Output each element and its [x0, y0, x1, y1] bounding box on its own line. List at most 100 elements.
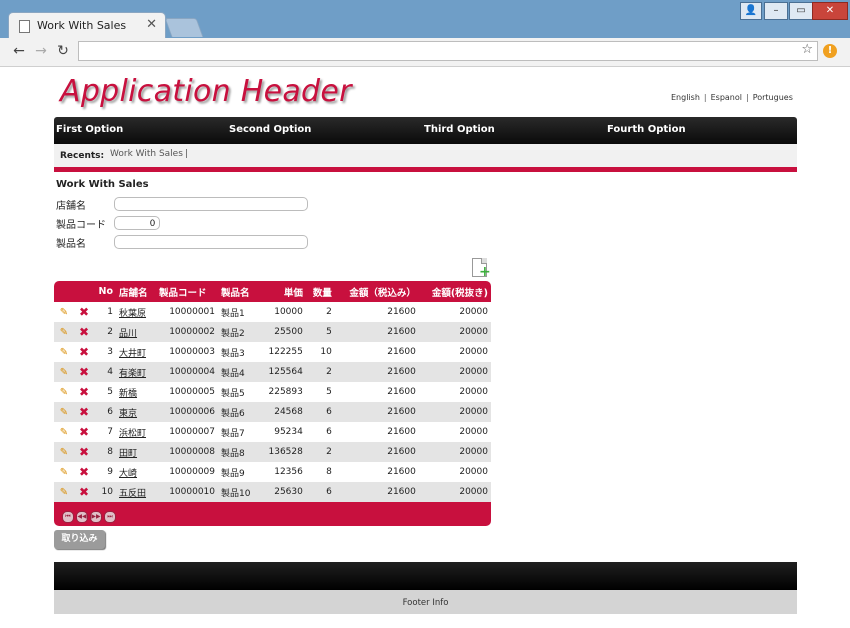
browser-toolbar: ← → ↻ ☆ !: [0, 38, 850, 67]
col-store-name[interactable]: 店舗名: [116, 281, 156, 302]
close-window-button[interactable]: ✕: [812, 2, 848, 20]
edit-pencil-icon[interactable]: ✎: [60, 387, 68, 398]
new-record-icon[interactable]: +: [472, 258, 491, 279]
edit-pencil-icon[interactable]: ✎: [60, 347, 68, 358]
amount-incl-tax: 21600: [334, 402, 419, 422]
edit-pencil-icon[interactable]: ✎: [60, 427, 68, 438]
edit-pencil-icon[interactable]: ✎: [60, 447, 68, 458]
delete-x-icon[interactable]: ✖: [79, 345, 89, 359]
edit-pencil-icon[interactable]: ✎: [60, 407, 68, 418]
store-link[interactable]: 浜松町: [119, 429, 146, 439]
delete-cell: ✖: [74, 402, 94, 422]
browser-tab[interactable]: Work With Sales ✕: [8, 12, 166, 39]
bookmark-star-icon[interactable]: ☆: [801, 42, 813, 57]
product-name: 製品9: [218, 462, 260, 482]
delete-x-icon[interactable]: ✖: [79, 485, 89, 499]
store-link[interactable]: 五反田: [119, 489, 146, 499]
delete-x-icon[interactable]: ✖: [79, 305, 89, 319]
delete-x-icon[interactable]: ✖: [79, 445, 89, 459]
edit-pencil-icon[interactable]: ✎: [60, 487, 68, 498]
store-link[interactable]: 大井町: [119, 349, 146, 359]
back-icon[interactable]: ←: [10, 42, 28, 60]
edit-pencil-icon[interactable]: ✎: [60, 327, 68, 338]
user-icon[interactable]: 👤: [740, 2, 762, 20]
first-page-icon[interactable]: ⏮: [62, 511, 74, 523]
delete-x-icon[interactable]: ✖: [79, 385, 89, 399]
quantity: 6: [305, 482, 335, 502]
product-code: 10000002: [156, 322, 219, 342]
quantity: 2: [305, 302, 335, 322]
product-name: 製品8: [218, 442, 260, 462]
table-row: ✎ ✖ 9 大崎 10000009 製品9 12356 8 21600 20000: [54, 462, 491, 482]
edit-cell: ✎: [54, 382, 74, 402]
store-link[interactable]: 大崎: [119, 469, 137, 479]
product-code-input[interactable]: [114, 216, 160, 230]
delete-x-icon[interactable]: ✖: [79, 365, 89, 379]
col-amount-incl-tax[interactable]: 金額（税込み）: [335, 281, 419, 302]
extension-alert-icon[interactable]: !: [823, 44, 837, 58]
delete-x-icon[interactable]: ✖: [79, 425, 89, 439]
unit-price: 25630: [259, 482, 306, 502]
table-row: ✎ ✖ 8 田町 10000008 製品8 136528 2 21600 20000: [54, 442, 491, 462]
reload-icon[interactable]: ↻: [54, 42, 72, 60]
col-quantity[interactable]: 数量: [306, 281, 335, 302]
amount-incl-tax: 21600: [334, 302, 419, 322]
amount-excl-tax: 20000: [418, 382, 491, 402]
minimize-button[interactable]: –: [764, 2, 788, 20]
store-link[interactable]: 新橋: [119, 389, 137, 399]
amount-excl-tax: 20000: [418, 442, 491, 462]
delete-x-icon[interactable]: ✖: [79, 325, 89, 339]
product-code: 10000010: [156, 482, 219, 502]
delete-cell: ✖: [74, 382, 94, 402]
tab-close-icon[interactable]: ✕: [146, 17, 157, 32]
import-button[interactable]: 取り込み: [54, 530, 105, 549]
store-link[interactable]: 品川: [119, 329, 137, 339]
edit-cell: ✎: [54, 422, 74, 442]
unit-price: 12356: [259, 462, 306, 482]
row-no: 10: [94, 482, 116, 502]
delete-cell: ✖: [74, 482, 94, 502]
edit-pencil-icon[interactable]: ✎: [60, 307, 68, 318]
amount-excl-tax: 20000: [418, 402, 491, 422]
store-link[interactable]: 田町: [119, 449, 137, 459]
delete-x-icon[interactable]: ✖: [79, 465, 89, 479]
store-link[interactable]: 有楽町: [119, 369, 146, 379]
edit-cell: ✎: [54, 302, 74, 322]
row-no: 3: [94, 342, 116, 362]
menu-second-option[interactable]: Second Option: [229, 124, 311, 135]
col-unit-price[interactable]: 単価: [259, 281, 306, 302]
forward-icon[interactable]: →: [32, 42, 50, 60]
store-name-link: 大井町: [116, 342, 156, 362]
last-page-icon[interactable]: ⏭: [104, 511, 116, 523]
unit-price: 125564: [259, 362, 306, 382]
prev-page-icon[interactable]: ◀◀: [76, 511, 88, 523]
product-name-input[interactable]: [114, 235, 308, 249]
store-link[interactable]: 東京: [119, 409, 137, 419]
lang-espanol[interactable]: Espanol: [711, 93, 742, 102]
table-row: ✎ ✖ 1 秋葉原 10000001 製品1 10000 2 21600 20000: [54, 302, 491, 322]
col-no[interactable]: No: [94, 281, 116, 302]
recent-item-work-with-sales[interactable]: Work With Sales: [110, 149, 183, 159]
main-menu: First Option Second Option Third Option …: [54, 117, 797, 144]
address-bar[interactable]: ☆: [78, 41, 818, 61]
quantity: 8: [305, 462, 335, 482]
col-amount-excl-tax[interactable]: 金額(税抜き): [419, 281, 491, 302]
menu-fourth-option[interactable]: Fourth Option: [607, 124, 686, 135]
store-name-input[interactable]: [114, 197, 308, 211]
menu-third-option[interactable]: Third Option: [424, 124, 495, 135]
col-product-code[interactable]: 製品コード: [156, 281, 218, 302]
lang-portugues[interactable]: Portugues: [753, 93, 793, 102]
lang-english[interactable]: English: [671, 93, 700, 102]
delete-x-icon[interactable]: ✖: [79, 405, 89, 419]
menu-first-option[interactable]: First Option: [56, 124, 123, 135]
store-link[interactable]: 秋葉原: [119, 309, 146, 319]
product-name: 製品2: [218, 322, 260, 342]
next-page-icon[interactable]: ▶▶: [90, 511, 102, 523]
delete-cell: ✖: [74, 342, 94, 362]
col-product-name[interactable]: 製品名: [218, 281, 259, 302]
new-tab-button[interactable]: [164, 18, 204, 37]
edit-pencil-icon[interactable]: ✎: [60, 367, 68, 378]
product-code: 10000001: [156, 302, 219, 322]
maximize-button[interactable]: ▭: [789, 2, 813, 20]
edit-pencil-icon[interactable]: ✎: [60, 467, 68, 478]
